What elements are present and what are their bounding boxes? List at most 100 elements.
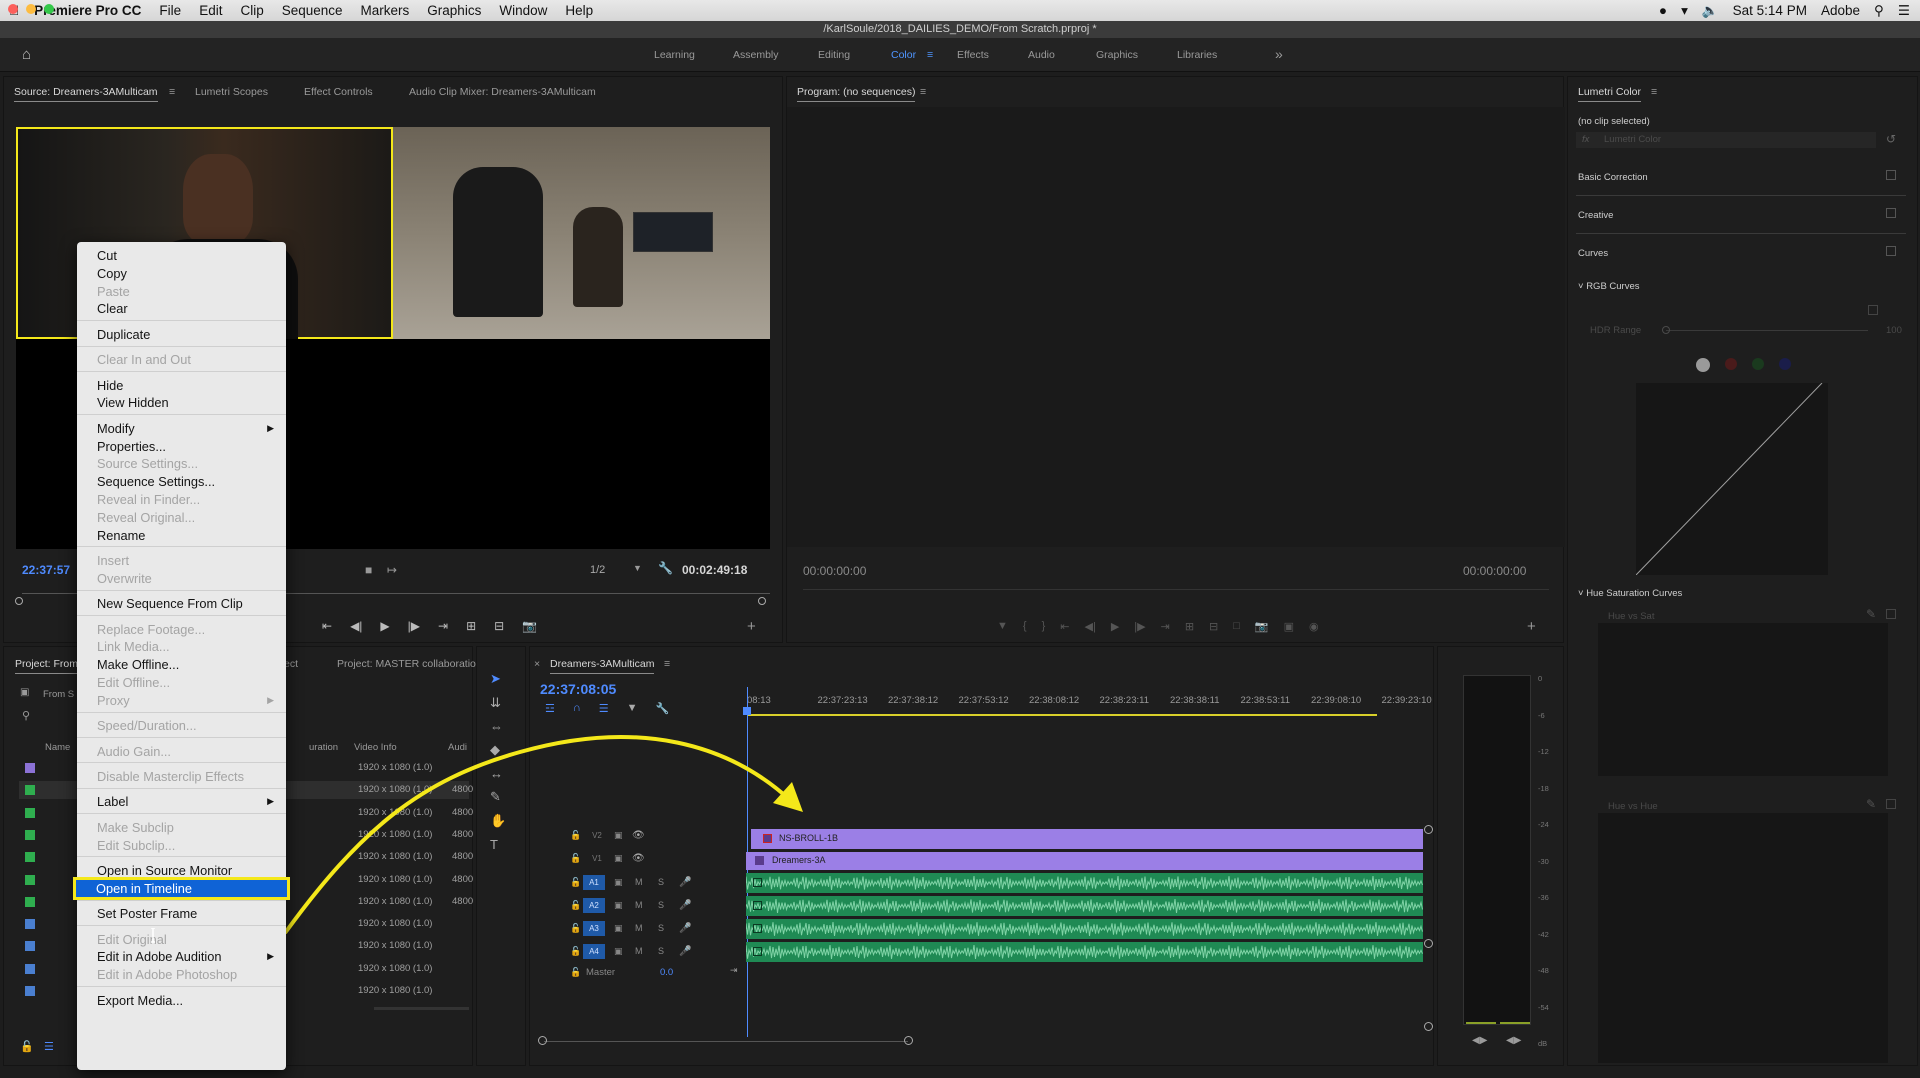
- project-scrollbar[interactable]: [374, 1007, 469, 1010]
- label-color-swatch[interactable]: [25, 896, 35, 907]
- label-color-swatch[interactable]: [25, 807, 35, 818]
- sync-lock-icon[interactable]: ▣: [614, 877, 623, 888]
- menu-window[interactable]: Window: [490, 3, 556, 18]
- add-button-icon[interactable]: +: [747, 618, 756, 635]
- vr-icon[interactable]: ◉: [1309, 620, 1319, 636]
- play-icon[interactable]: ▶: [1111, 620, 1119, 636]
- workspace-audio[interactable]: Audio: [1028, 49, 1055, 61]
- track-target-a2[interactable]: A2: [583, 898, 605, 913]
- track-target-v1[interactable]: V1: [586, 851, 608, 866]
- tab-program[interactable]: Program: (no sequences): [797, 86, 916, 102]
- go-to-in-icon[interactable]: ⇤: [1060, 620, 1069, 636]
- timeline-zoom-bar[interactable]: [544, 1041, 908, 1042]
- sync-lock-icon[interactable]: ▣: [614, 900, 623, 911]
- track-lock-icon[interactable]: 🔓: [570, 900, 581, 911]
- play-icon[interactable]: ▶: [380, 619, 389, 635]
- source-timecode[interactable]: 22:37:57: [22, 563, 70, 577]
- menu-item-cut[interactable]: Cut: [77, 247, 286, 264]
- source-zoom-right-handle[interactable]: [758, 597, 766, 605]
- microphone-icon[interactable]: 🎤: [679, 900, 691, 911]
- step-forward-icon[interactable]: |▶: [1134, 620, 1145, 636]
- menu-item-label[interactable]: Label ▶: [77, 793, 286, 810]
- zoom-right-handle[interactable]: [904, 1036, 913, 1045]
- menu-item-set-poster-frame[interactable]: Set Poster Frame: [77, 905, 286, 922]
- label-color-swatch[interactable]: [25, 919, 35, 930]
- label-color-swatch[interactable]: [25, 941, 35, 952]
- menu-item-modify[interactable]: Modify ▶: [77, 420, 286, 437]
- solo-button-icon[interactable]: S: [658, 877, 664, 887]
- label-color-swatch[interactable]: [25, 852, 35, 863]
- mark-in-bracket-icon[interactable]: {: [1023, 620, 1027, 636]
- nest-icon[interactable]: ☲: [545, 702, 555, 715]
- notification-icon[interactable]: ☰: [1898, 3, 1910, 19]
- step-back-icon[interactable]: ◀|: [1084, 620, 1095, 636]
- label-color-swatch[interactable]: [25, 874, 35, 885]
- add-marker-icon[interactable]: ▼: [627, 702, 638, 715]
- tab-effect-controls[interactable]: Effect Controls: [304, 86, 373, 98]
- track-target-a4[interactable]: A4: [583, 944, 605, 959]
- track-lock-icon[interactable]: 🔓: [570, 830, 581, 841]
- column-name[interactable]: Name: [45, 742, 70, 753]
- razor-tool-icon[interactable]: ◆: [490, 742, 506, 758]
- hdr-slider-handle[interactable]: [1662, 326, 1670, 334]
- zoom-left-handle[interactable]: [538, 1036, 547, 1045]
- clip-v1[interactable]: Dreamers-3A: [746, 852, 1423, 870]
- clock[interactable]: Sat 5:14 PM: [1733, 3, 1807, 18]
- selection-tool-icon[interactable]: ➤: [490, 671, 506, 687]
- vertical-scroll-bottom-handle[interactable]: [1424, 1022, 1433, 1031]
- wrench-icon[interactable]: 🔧: [658, 561, 673, 575]
- workspaces-overflow-button[interactable]: »: [1275, 46, 1283, 62]
- section-creative[interactable]: Creative: [1578, 210, 1613, 221]
- search-icon[interactable]: ⚲: [22, 709, 30, 722]
- master-lock-icon[interactable]: 🔓: [570, 967, 581, 978]
- audio-clip-a3[interactable]: [746, 919, 1423, 939]
- lift-icon[interactable]: ⊞: [1185, 620, 1194, 636]
- hdr-range-slider[interactable]: [1666, 330, 1868, 331]
- workspace-editing[interactable]: Editing: [818, 49, 850, 61]
- section-basic-correction[interactable]: Basic Correction: [1578, 172, 1648, 183]
- menu-item-clear[interactable]: Clear: [77, 300, 286, 317]
- spotlight-icon[interactable]: ⚲: [1874, 3, 1884, 19]
- menu-item-open-in-timeline[interactable]: Open in Timeline: [73, 876, 290, 900]
- tab-project-2[interactable]: ect: [284, 658, 298, 670]
- sync-lock-icon[interactable]: ▣: [614, 853, 623, 864]
- pen-tool-icon[interactable]: ✎: [490, 789, 506, 805]
- tab-sequence[interactable]: Dreamers-3AMulticam: [550, 658, 655, 674]
- menu-item-open-in-source-monitor[interactable]: Open in Source Monitor: [77, 862, 286, 879]
- microphone-icon[interactable]: 🎤: [679, 877, 691, 888]
- linked-selection-icon[interactable]: ☰: [599, 702, 609, 715]
- menu-item-duplicate[interactable]: Duplicate: [77, 326, 286, 343]
- microphone-icon[interactable]: 🎤: [679, 923, 691, 934]
- label-color-swatch[interactable]: [25, 963, 35, 974]
- compare-icon[interactable]: □: [1233, 620, 1240, 636]
- go-to-out-icon[interactable]: ⇥: [1161, 620, 1170, 636]
- playhead-handle[interactable]: [743, 707, 751, 715]
- extract-icon[interactable]: ⊟: [1209, 620, 1218, 636]
- mute-button-icon[interactable]: M: [635, 923, 643, 933]
- tab-project-master[interactable]: Project: MASTER collaboratio: [337, 658, 476, 670]
- mark-out-bracket-icon[interactable]: }: [1042, 620, 1046, 636]
- close-window-icon[interactable]: [8, 4, 18, 14]
- add-button-icon[interactable]: +: [1527, 618, 1536, 635]
- curves-checkbox[interactable]: [1886, 246, 1896, 256]
- marker-icon[interactable]: ▼: [997, 620, 1008, 636]
- label-color-swatch[interactable]: [25, 763, 35, 773]
- label-color-swatch[interactable]: [25, 986, 35, 996]
- hdr-checkbox[interactable]: [1868, 305, 1878, 315]
- track-lock-icon[interactable]: 🔓: [570, 946, 581, 957]
- work-area-bar[interactable]: [747, 714, 1377, 716]
- time-ruler[interactable]: 08:13 22:37:23:13 22:37:38:12 22:37:53:12 22…: [747, 690, 1432, 712]
- red-channel-icon[interactable]: [1725, 358, 1737, 370]
- track-lock-icon[interactable]: 🔓: [570, 923, 581, 934]
- mark-in-icon[interactable]: ⇤: [322, 619, 332, 635]
- white-channel-icon[interactable]: [1696, 358, 1710, 372]
- timeline-settings-icon[interactable]: 🔧: [656, 702, 670, 715]
- effect-selector[interactable]: fx Lumetri Color: [1576, 132, 1876, 148]
- workspace-effects[interactable]: Effects: [957, 49, 989, 61]
- menu-markers[interactable]: Markers: [352, 3, 419, 18]
- column-duration[interactable]: uration: [309, 742, 338, 753]
- rgb-curves-toggle[interactable]: ˅ RGB Curves: [1578, 281, 1640, 292]
- sync-lock-icon[interactable]: ▣: [614, 830, 623, 841]
- column-audio[interactable]: Audi: [448, 742, 467, 753]
- solo-button-icon[interactable]: S: [658, 946, 664, 956]
